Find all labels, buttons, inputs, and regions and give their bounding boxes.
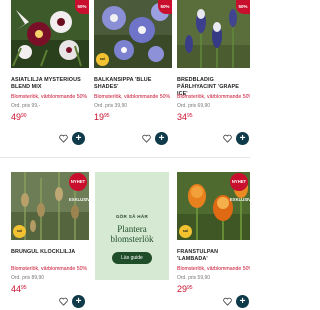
product-subtitle: Blomsterlök, vårblommande 50% <box>177 266 250 272</box>
product-image[interactable]: 50% sol <box>94 0 172 68</box>
sale-price: 4990 <box>11 112 89 122</box>
product-image[interactable]: NYHET EXKLUSIV sol <box>177 172 250 240</box>
discount-badge: 50% <box>236 0 250 14</box>
product-subtitle: Blomsterlök, vårblommande 50% <box>11 94 88 100</box>
heart-icon[interactable] <box>223 134 232 143</box>
product-name[interactable]: ASIATLILJA MYSTERIOUS BLEND MIX <box>11 77 89 91</box>
add-to-cart-button[interactable]: + <box>155 132 168 145</box>
product-card[interactable]: 50% ASIATLILJA MYSTERIOUS BLEND MIX Blom… <box>11 0 89 122</box>
add-to-cart-button[interactable]: + <box>236 295 249 308</box>
product-subtitle: Blomsterlök, vårblommande 50% <box>94 94 171 100</box>
product-subtitle: Blomsterlök, vårblommande 50% <box>177 94 250 100</box>
price-cents: 95 <box>187 113 193 119</box>
sale-price: 1995 <box>94 112 172 122</box>
price-cents: 95 <box>187 285 193 291</box>
original-price: Ord. pris 89,90 <box>11 275 45 281</box>
sun-requirement-icon: sol <box>13 225 26 238</box>
original-price: Ord. pris 99,- <box>11 103 41 109</box>
product-name[interactable]: BRUNGUL KLOCKLILJA <box>11 249 89 263</box>
price-main: 34 <box>177 112 188 122</box>
product-name[interactable]: FRANSTULPAN 'LAMBADA' <box>177 249 250 263</box>
original-price: Ord. pris 39,90 <box>94 103 128 109</box>
promo-kicker: GÖR SÅ HÄR <box>115 214 149 219</box>
product-grid: 50% ASIATLILJA MYSTERIOUS BLEND MIX Blom… <box>0 0 250 310</box>
sale-price: 4495 <box>11 284 89 294</box>
price-cents: 95 <box>21 285 27 291</box>
add-to-cart-button[interactable]: + <box>72 132 85 145</box>
product-card[interactable]: NYHET EXKLUSIV sol FRANSTULPAN 'LAMBADA'… <box>177 172 250 294</box>
add-to-cart-button[interactable]: + <box>72 295 85 308</box>
product-card[interactable]: 50% sol BALKANSIPPA 'BLUE SHADES' Blomst… <box>94 0 172 122</box>
price-main: 49 <box>11 112 22 122</box>
original-price: Ord. pris 69,90 <box>177 103 211 109</box>
price-main: 29 <box>177 284 188 294</box>
price-main: 19 <box>94 112 105 122</box>
heart-icon[interactable] <box>59 134 68 143</box>
original-price: Ord. pris 59,90 <box>177 275 211 281</box>
product-name[interactable]: BALKANSIPPA 'BLUE SHADES' <box>94 77 172 91</box>
heart-icon[interactable] <box>142 134 151 143</box>
sale-price: 3495 <box>177 112 250 122</box>
price-cents: 90 <box>21 113 27 119</box>
row-divider <box>0 157 250 158</box>
heart-icon[interactable] <box>59 297 68 306</box>
product-card[interactable]: 50% BREDBLADIG PÄRLHYACINT 'GRAPE ICE' B… <box>177 0 250 122</box>
discount-badge: 50% <box>75 0 89 14</box>
product-card[interactable]: NYHET EXKLUSIV sol BRUNGUL KLOCKLILJA Bl… <box>11 172 89 294</box>
product-name[interactable]: BREDBLADIG PÄRLHYACINT 'GRAPE ICE' <box>177 77 250 97</box>
planting-guide-promo[interactable]: GÖR SÅ HÄR Plantera blomsterlök Läs guid… <box>95 172 169 280</box>
promo-title: Plantera blomsterlök <box>110 224 154 244</box>
read-guide-button[interactable]: Läs guide <box>112 252 152 264</box>
sale-price: 2995 <box>177 284 250 294</box>
new-exclusive-badge: NYHET EXKLUSIV <box>69 173 89 202</box>
price-main: 44 <box>11 284 22 294</box>
product-image[interactable]: 50% <box>11 0 89 68</box>
sun-requirement-icon: sol <box>179 225 192 238</box>
product-image[interactable]: 50% <box>177 0 250 68</box>
sun-requirement-icon: sol <box>96 53 109 66</box>
product-subtitle: Blomsterlök, vårblommande 50% <box>11 266 88 272</box>
product-image[interactable]: NYHET EXKLUSIV sol <box>11 172 89 240</box>
price-cents: 95 <box>104 113 110 119</box>
heart-icon[interactable] <box>223 297 232 306</box>
new-exclusive-badge: NYHET EXKLUSIV <box>230 173 250 202</box>
add-to-cart-button[interactable]: + <box>236 132 249 145</box>
discount-badge: 50% <box>158 0 172 14</box>
